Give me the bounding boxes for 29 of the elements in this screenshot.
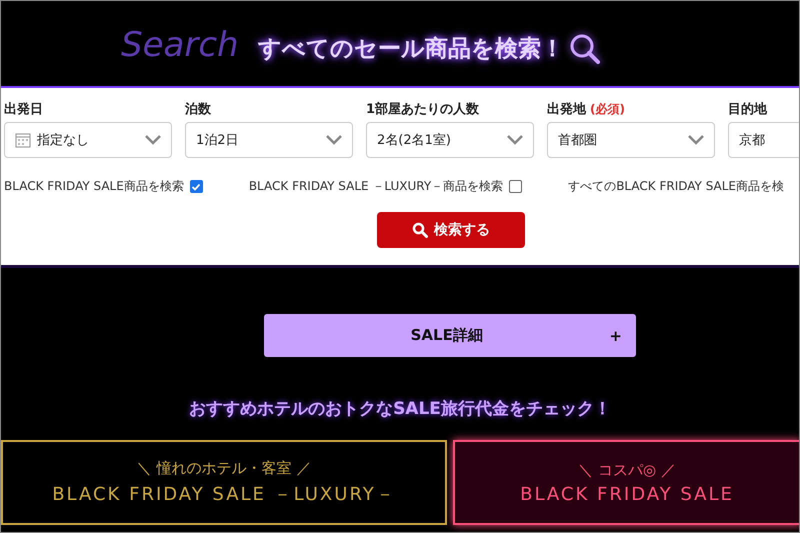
calendar-icon xyxy=(15,132,31,148)
category-tab[interactable]: ＼ 憧れのホテル・客室 ／ BLACK FRIDAY SALE －LUXURY－ xyxy=(1,440,447,525)
field-label: 出発日 xyxy=(4,101,44,118)
chevron-down-icon xyxy=(145,135,161,145)
chevron-down-icon xyxy=(688,135,704,145)
select-field[interactable]: 京都 xyxy=(728,122,799,158)
select-field[interactable]: 1泊2日 xyxy=(185,122,353,158)
chevron-down-icon xyxy=(507,135,523,145)
option-label: BLACK FRIDAY SALE商品を検索 xyxy=(4,178,184,195)
checkbox[interactable] xyxy=(509,180,522,193)
select-field[interactable]: 首都圏 xyxy=(547,122,715,158)
search-icon xyxy=(412,222,428,238)
checkbox[interactable] xyxy=(190,180,203,193)
field-label: 1部屋あたりの人数 xyxy=(366,100,480,118)
chevron-down-icon xyxy=(326,135,342,145)
search-icon xyxy=(568,32,602,66)
field-label: 目的地 xyxy=(728,101,768,118)
category-tab[interactable]: ＼ コスパ◎ ／ BLACK FRIDAY SALE xyxy=(453,440,799,525)
details-toggle[interactable]: SALE詳細 + xyxy=(264,314,636,357)
select-field[interactable]: 指定なし xyxy=(4,122,172,158)
field-label: 出発地 (必須) xyxy=(547,101,626,118)
option-label: BLACK FRIDAY SALE －LUXURY－商品を検索 xyxy=(248,178,504,195)
tagline: おすすめホテルのおトクなSALE旅行代金をチェック！ xyxy=(188,398,612,420)
field-label: 泊数 xyxy=(185,101,212,118)
search-button[interactable]: 検索する xyxy=(377,212,525,248)
page-title: すべてのセール商品を検索！ xyxy=(258,35,564,64)
backdrop-word: Search xyxy=(121,25,239,65)
select-field[interactable]: 2名(2名1室) xyxy=(366,122,534,158)
option-label: すべてのBLACK FRIDAY SALE商品を検 xyxy=(568,178,784,195)
